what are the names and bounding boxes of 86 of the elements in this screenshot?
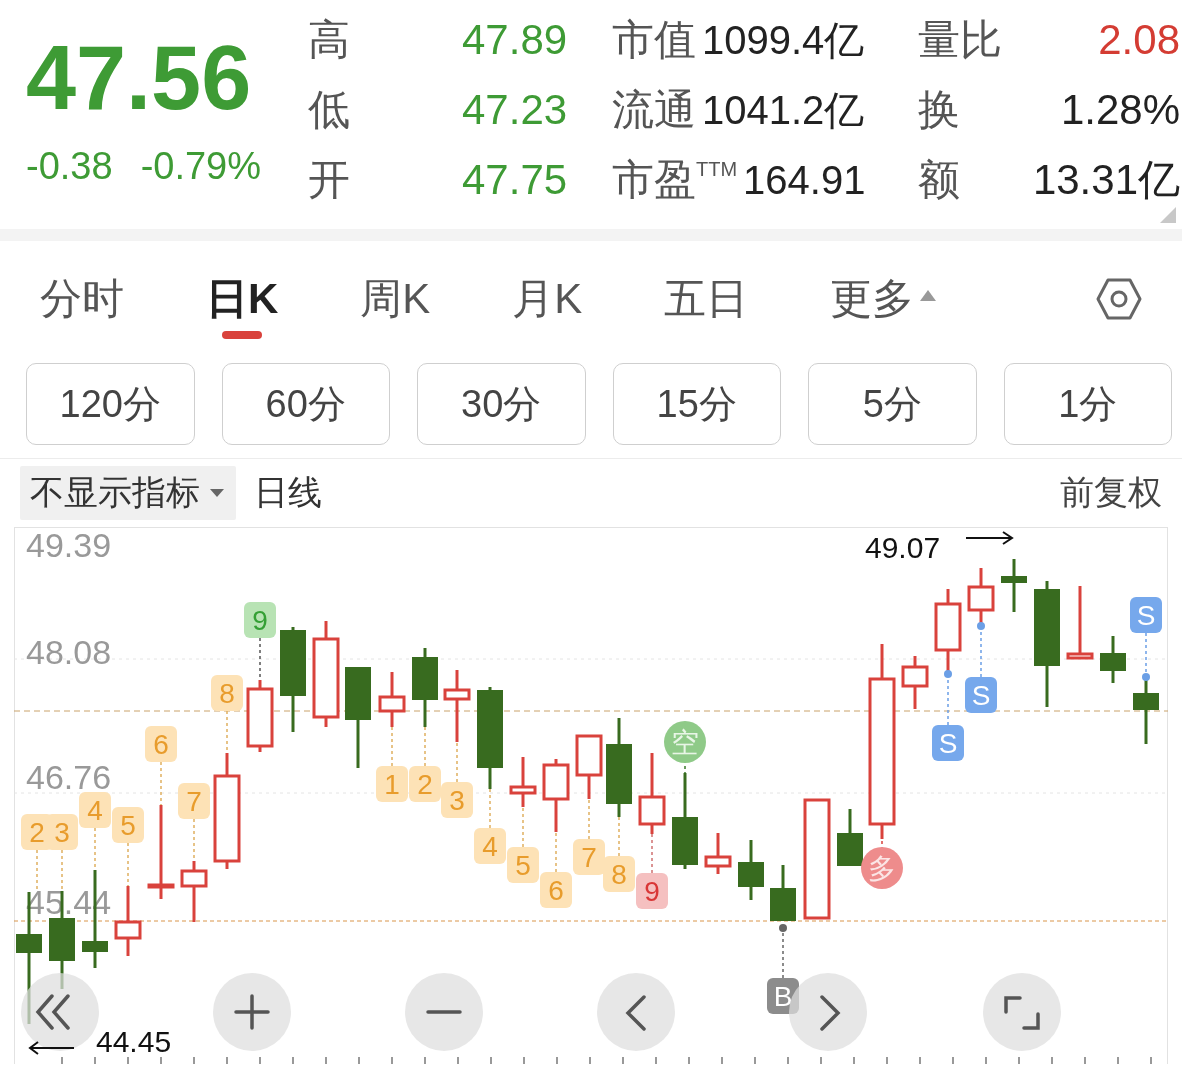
high-price-label: 49.07	[865, 531, 941, 564]
low-price-label: 44.45	[96, 1025, 172, 1058]
signal-bubble: 多	[861, 847, 903, 889]
stat-value: 13.31亿	[1032, 155, 1180, 205]
chart-tab[interactable]: 更多	[830, 281, 939, 341]
signal-tag: 4	[79, 792, 111, 828]
zoom-in-button[interactable]	[213, 973, 291, 1051]
signal-bubble: 空	[664, 721, 706, 763]
rising-candle	[575, 734, 603, 799]
signal-tag: S	[965, 677, 997, 713]
arrow-icon	[28, 1041, 75, 1055]
signal-tag: 3	[46, 814, 78, 850]
signal-tag: 8	[211, 675, 243, 711]
signal-tag: 5	[112, 807, 144, 843]
signal-tag: 3	[441, 782, 473, 818]
stat-value: 1041.2亿	[702, 87, 865, 134]
rising-candle	[180, 861, 208, 922]
rising-candle	[704, 833, 732, 874]
rising-candle	[114, 886, 142, 956]
caret-icon	[208, 487, 226, 499]
period-button[interactable]: 15分	[612, 363, 781, 445]
price-change: -0.38	[26, 145, 113, 188]
signal-tag: 1	[376, 766, 408, 802]
period-button[interactable]: 60分	[221, 363, 390, 445]
signal-tag: 4	[474, 828, 506, 864]
signal-tag: S	[932, 725, 964, 761]
settings-icon[interactable]	[1096, 276, 1142, 322]
signal-tag: 2	[409, 766, 441, 802]
signal-tag: 8	[603, 856, 635, 892]
period-button[interactable]: 120分	[26, 363, 195, 445]
zoom-out-button[interactable]	[405, 973, 483, 1051]
rising-candle	[246, 680, 274, 752]
line-type-label: 日线	[254, 472, 322, 513]
signal-tag: 7	[573, 839, 605, 875]
stat-value: 2.08	[1098, 16, 1180, 64]
stat-value: 47.23	[462, 86, 569, 134]
period-button[interactable]: 30分	[417, 363, 586, 445]
signal-tag: 5	[507, 847, 539, 883]
signal-tag: 9	[636, 873, 668, 909]
falling-candle	[738, 840, 764, 900]
stat-value: 1099.4亿	[702, 17, 865, 64]
period-button[interactable]: 1分	[1003, 363, 1172, 445]
period-button[interactable]: 5分	[808, 363, 977, 445]
signal-tag: 6	[540, 872, 572, 908]
stat-value: 47.89	[462, 16, 569, 64]
stat-label: 低	[308, 85, 351, 135]
signal-tag: 7	[178, 783, 210, 819]
chart-tab[interactable]: 五日	[664, 281, 749, 341]
falling-candle	[837, 809, 863, 866]
signal-tag: S	[1130, 597, 1162, 633]
rising-candle	[443, 670, 471, 742]
stat-label: 量比	[918, 15, 1002, 65]
percent-change: -0.79%	[140, 145, 262, 188]
price-axis-label: 49.39	[26, 527, 112, 564]
signal-dot-icon	[977, 622, 985, 630]
stat-label: 高	[308, 15, 351, 65]
falling-candle	[770, 865, 796, 921]
stat-label: 市盈$^{TTM}$	[612, 155, 738, 205]
chart-tab[interactable]: 周K	[360, 281, 431, 341]
previous-button[interactable]	[597, 973, 675, 1051]
price-axis-label: 48.08	[26, 633, 112, 671]
next-button[interactable]	[789, 973, 867, 1051]
stat-label: 流通	[612, 85, 696, 135]
stat-value: 1.28%	[1060, 86, 1180, 134]
signal-tag: 6	[145, 726, 177, 762]
stat-label: 市值	[612, 15, 696, 65]
adjust-button[interactable]: 前复权	[1060, 470, 1162, 516]
chart-tab[interactable]: 日K	[206, 281, 279, 341]
stat-label: 换	[918, 85, 960, 135]
signal-dot-icon	[944, 670, 952, 678]
falling-candle	[1100, 636, 1126, 683]
signal-tag: 9	[244, 602, 276, 638]
last-price: 47.56	[26, 33, 253, 123]
stat-value: 47.75	[462, 156, 569, 204]
rising-candle	[378, 672, 406, 727]
corner-triangle-icon	[1160, 207, 1176, 223]
stat-value: 164.91	[743, 158, 866, 203]
stat-label: 额	[918, 155, 960, 205]
chart-tab[interactable]: 月K	[512, 281, 583, 341]
fullscreen-button[interactable]	[983, 973, 1061, 1051]
indicator-dropdown[interactable]: 不显示指标	[20, 466, 236, 520]
stat-label: 开	[308, 155, 351, 205]
arrow-icon	[965, 531, 1014, 545]
rising-candle	[901, 656, 929, 709]
falling-candle	[1001, 559, 1027, 612]
rising-candle	[509, 757, 537, 807]
